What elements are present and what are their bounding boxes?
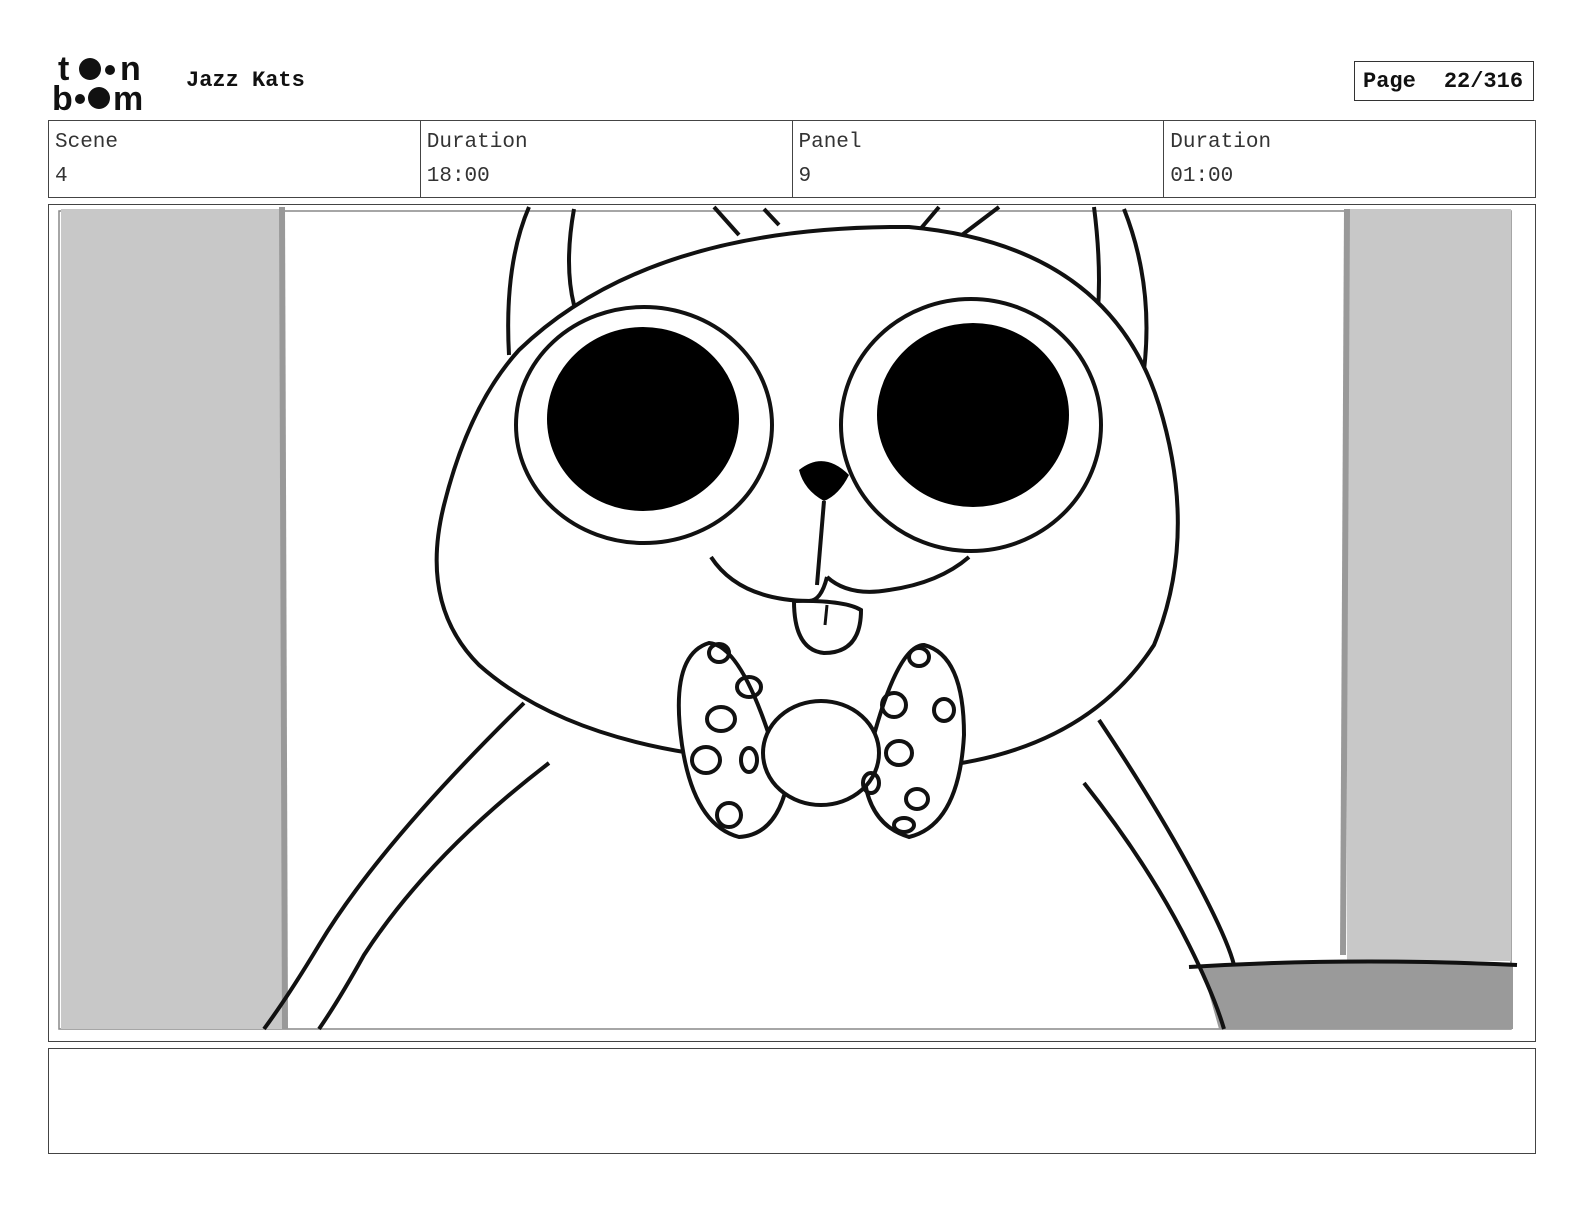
panel-notes	[48, 1048, 1536, 1154]
scene-label: Scene	[55, 131, 119, 154]
page-label: Page	[1363, 68, 1416, 94]
panel-duration-value: 01:00	[1170, 165, 1234, 188]
panel-duration-label: Duration	[1170, 131, 1272, 154]
svg-text:b: b	[52, 80, 73, 114]
page-number: 22/316	[1443, 68, 1524, 94]
table-block	[1201, 959, 1513, 1029]
panel-cell: Panel 9	[793, 121, 1165, 197]
right-wall	[1347, 209, 1511, 961]
storyboard-panel-image	[48, 204, 1536, 1042]
left-wall	[61, 209, 283, 1029]
scene-duration-cell: Duration 18:00	[421, 121, 793, 197]
page-indicator: Page 22/316	[1354, 61, 1534, 101]
scene-value: 4	[55, 165, 68, 188]
project-title: Jazz Kats	[186, 68, 305, 93]
scene-duration-label: Duration	[426, 131, 528, 154]
panel-label: Panel	[798, 131, 862, 154]
svg-text:m: m	[113, 80, 143, 114]
scene-cell: Scene 4	[49, 121, 421, 197]
panel-info-table: Scene 4 Duration 18:00 Panel 9 Duration …	[48, 120, 1536, 198]
panel-duration-cell: Duration 01:00	[1164, 121, 1535, 197]
toonboom-logo: t n b m	[50, 50, 166, 118]
cat-drawing	[58, 205, 1518, 1031]
scene-duration-value: 18:00	[426, 165, 490, 188]
panel-value: 9	[798, 165, 812, 188]
